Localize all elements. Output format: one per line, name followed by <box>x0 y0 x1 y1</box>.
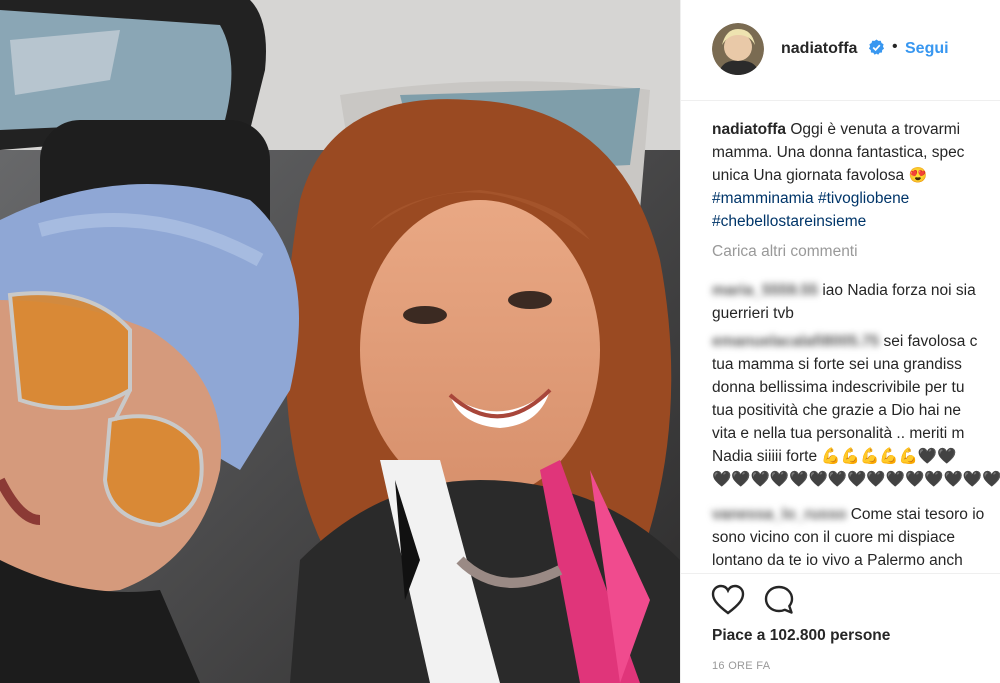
selfie-image <box>0 0 680 683</box>
follow-button[interactable]: Segui <box>905 40 949 58</box>
post-username[interactable]: nadiatoffa <box>781 40 857 58</box>
comment-item: emanuelacalafi8005.75 sei favolosa c tua… <box>712 330 1000 491</box>
comment-bubble-icon[interactable] <box>763 584 795 616</box>
post-timestamp: 16 ORE FA <box>712 660 771 672</box>
avatar-image <box>712 23 764 75</box>
likes-count[interactable]: Piace a 102.800 persone <box>712 627 890 645</box>
verified-badge-icon <box>868 39 885 55</box>
comment-text: sono vicino con il cuore mi dispiace <box>712 529 955 546</box>
comment-item: vanessa_lo_russo Come stai tesoro io son… <box>712 503 984 572</box>
avatar[interactable] <box>712 23 764 75</box>
post-caption: nadiatoffa Oggi è venuta a trovarmi mamm… <box>712 118 1000 233</box>
comment-text: vita e nella tua personalità .. meriti m <box>712 425 965 442</box>
comment-text: tua mamma si forte sei una grandiss <box>712 356 962 373</box>
comment-username[interactable]: vanessa_lo_russo <box>712 506 846 523</box>
caption-text-line2: mamma. Una donna fantastica, spec <box>712 144 965 161</box>
post-actions: Piace a 102.800 persone 16 ORE FA <box>681 573 1000 683</box>
comment-username[interactable]: emanuelacalafi8005.75 <box>712 333 879 350</box>
comment-text: tua positività che grazie a Dio hai ne <box>712 402 962 419</box>
comment-text: iao Nadia forza noi sia <box>822 282 976 299</box>
post-header: nadiatoffa • Segui <box>681 0 1000 101</box>
separator-dot: • <box>892 38 898 55</box>
hashtag-link[interactable]: #tivogliobene <box>818 190 909 207</box>
heart-icon[interactable] <box>711 584 745 616</box>
comment-text: Nadia siiiii forte 💪💪💪💪💪🖤🖤 <box>712 448 957 465</box>
comment-text: 🖤🖤🖤🖤🖤🖤🖤🖤🖤🖤🖤🖤🖤🖤🖤🖤 <box>712 471 1000 488</box>
comment-item: maria_5559.55 iao Nadia forza noi sia gu… <box>712 279 976 325</box>
comment-text: lontano da te io vivo a Palermo anch <box>712 552 963 569</box>
comment-text: Come stai tesoro io <box>850 506 985 523</box>
load-more-comments-link[interactable]: Carica altri commenti <box>712 243 858 261</box>
caption-username[interactable]: nadiatoffa <box>712 121 786 138</box>
caption-text-line1: Oggi è venuta a trovarmi <box>790 121 961 138</box>
hashtag-link[interactable]: #chebellostareinsieme <box>712 213 866 230</box>
caption-text-line3: unica Una giornata favolosa <box>712 167 905 184</box>
comment-text: guerrieri tvb <box>712 305 794 322</box>
comment-text: sei favolosa c <box>883 333 978 350</box>
hashtag-link[interactable]: #mamminamia <box>712 190 814 207</box>
post-sidebar: nadiatoffa • Segui nadiatoffa Oggi è ven… <box>680 0 1000 683</box>
heart-eyes-emoji: 😍 <box>908 167 928 184</box>
comment-text: donna bellissima indescrivibile per tu <box>712 379 965 396</box>
comment-username[interactable]: maria_5559.55 <box>712 282 818 299</box>
post-photo <box>0 0 680 683</box>
